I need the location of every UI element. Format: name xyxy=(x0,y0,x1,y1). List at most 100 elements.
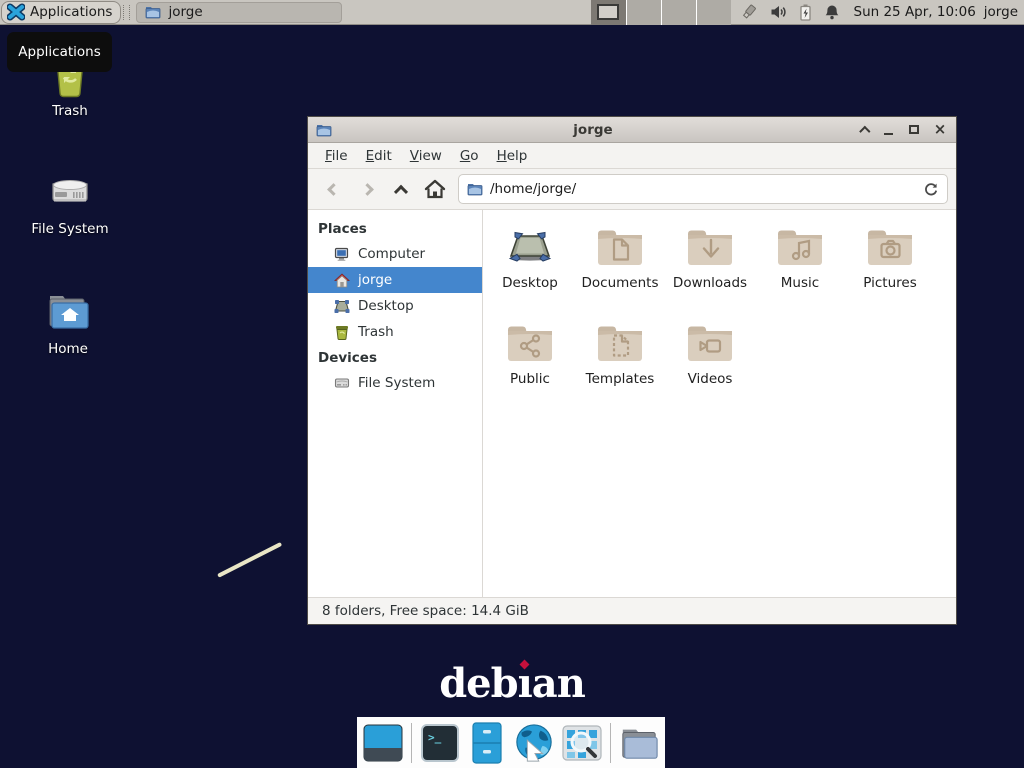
file-item-downloads[interactable]: Downloads xyxy=(665,223,755,319)
status-text: 8 folders, Free space: 14.4 GiB xyxy=(322,603,529,619)
dock-separator xyxy=(610,723,611,763)
workspace-3[interactable] xyxy=(661,0,696,25)
drive-icon xyxy=(334,376,350,390)
debian-logo-pre: deb xyxy=(439,660,517,707)
menu-help[interactable]: Help xyxy=(488,148,537,164)
up-button[interactable] xyxy=(384,174,418,204)
shade-button[interactable] xyxy=(854,122,870,138)
sidebar-item-label: File System xyxy=(358,375,435,391)
svg-text:>_: >_ xyxy=(428,731,442,744)
file-cabinet-icon xyxy=(471,722,503,764)
location-path[interactable]: /home/jorge/ xyxy=(490,181,916,197)
panel-clock[interactable]: Sun 25 Apr, 10:06 xyxy=(854,4,976,20)
workspace-switcher[interactable] xyxy=(591,0,731,25)
home-icon xyxy=(334,273,350,288)
trash-icon xyxy=(334,325,350,340)
file-item-music[interactable]: Music xyxy=(755,223,845,319)
battery-icon[interactable] xyxy=(798,4,813,21)
dock-app-finder-button[interactable] xyxy=(562,721,602,765)
applications-tooltip: Applications xyxy=(7,32,112,72)
file-item-pictures[interactable]: Pictures xyxy=(845,223,935,319)
devices-header: Devices xyxy=(308,345,482,370)
menu-go[interactable]: Go xyxy=(451,148,488,164)
sidebar-item-label: Computer xyxy=(358,246,425,262)
dock-terminal-button[interactable]: >_ xyxy=(420,721,459,765)
window-titlebar[interactable]: jorge × xyxy=(308,117,956,143)
sidebar-item-jorge[interactable]: jorge xyxy=(308,267,482,293)
location-bar[interactable]: /home/jorge/ xyxy=(458,174,948,204)
desktop-special-icon xyxy=(506,223,554,271)
maximize-button[interactable] xyxy=(906,122,922,138)
file-item-label: Public xyxy=(485,371,575,387)
file-manager-window: jorge × File Edit View Go Help xyxy=(307,116,957,625)
file-item-label: Desktop xyxy=(485,275,575,291)
sidebar-item-computer[interactable]: Computer xyxy=(308,241,482,267)
applications-menu-button[interactable]: Applications xyxy=(1,1,121,24)
desktop-icon-label: File System xyxy=(18,221,122,237)
close-button[interactable]: × xyxy=(932,122,948,138)
desktop-icon-file-system[interactable]: File System xyxy=(18,168,122,237)
minimize-button[interactable] xyxy=(880,122,896,138)
notifications-bell-icon[interactable] xyxy=(824,4,840,21)
close-icon: × xyxy=(934,122,947,137)
taskbar-window-label: jorge xyxy=(168,4,202,20)
volume-icon[interactable] xyxy=(770,4,787,20)
menu-view[interactable]: View xyxy=(401,148,451,164)
file-item-videos[interactable]: Videos xyxy=(665,319,755,415)
file-item-documents[interactable]: Documents xyxy=(575,223,665,319)
menu-file[interactable]: File xyxy=(316,148,357,164)
folder-icon xyxy=(145,5,161,19)
dock-web-browser-button[interactable] xyxy=(514,721,554,765)
xfce-logo-icon xyxy=(7,3,25,21)
panel-handle[interactable] xyxy=(123,5,130,20)
documents-folder-icon xyxy=(596,223,644,271)
back-button[interactable] xyxy=(316,174,350,204)
dock-folder-button[interactable] xyxy=(619,721,659,765)
debian-logo: debıan xyxy=(0,660,1024,707)
workspace-2[interactable] xyxy=(626,0,661,25)
computer-icon xyxy=(334,247,350,262)
chevron-left-icon xyxy=(327,183,340,196)
home-icon xyxy=(424,179,446,199)
sidebar-item-file-system[interactable]: File System xyxy=(308,370,482,396)
forward-button[interactable] xyxy=(350,174,384,204)
desktop-icon-label: Trash xyxy=(18,103,122,119)
workspace-1[interactable] xyxy=(591,0,626,25)
file-item-label: Downloads xyxy=(665,275,755,291)
status-bar: 8 folders, Free space: 14.4 GiB xyxy=(308,597,956,624)
window-content: Places Computer jorge xyxy=(308,210,956,597)
desktop-icon-label: Home xyxy=(16,341,120,357)
reload-icon[interactable] xyxy=(923,181,939,197)
file-item-desktop[interactable]: Desktop xyxy=(485,223,575,319)
removable-media-icon[interactable] xyxy=(739,3,759,21)
desktop-icon-home[interactable]: Home xyxy=(16,288,120,357)
file-item-label: Templates xyxy=(575,371,665,387)
sidebar-item-label: Desktop xyxy=(358,298,414,314)
workspace-4[interactable] xyxy=(696,0,731,25)
drive-icon xyxy=(47,168,93,216)
sidebar-item-label: jorge xyxy=(358,272,392,288)
file-item-templates[interactable]: Templates xyxy=(575,319,665,415)
maximize-icon xyxy=(909,125,919,134)
menu-edit[interactable]: Edit xyxy=(357,148,401,164)
workspace-window-thumbnail xyxy=(597,4,619,20)
dock-show-desktop-button[interactable] xyxy=(363,721,403,765)
taskbar-window-button[interactable]: jorge xyxy=(136,2,342,23)
videos-folder-icon xyxy=(686,319,734,367)
window-title: jorge xyxy=(332,122,854,138)
file-item-label: Music xyxy=(755,275,845,291)
sidebar-item-trash[interactable]: Trash xyxy=(308,319,482,345)
sidebar-item-desktop[interactable]: Desktop xyxy=(308,293,482,319)
dock: >_ xyxy=(357,717,665,768)
sidebar: Places Computer jorge xyxy=(308,210,483,597)
panel-username[interactable]: jorge xyxy=(984,4,1018,20)
terminal-icon: >_ xyxy=(421,724,459,762)
web-browser-globe-icon xyxy=(514,722,554,764)
top-panel: Applications jorge xyxy=(0,0,1024,25)
file-item-public[interactable]: Public xyxy=(485,319,575,415)
dock-file-manager-button[interactable] xyxy=(467,721,506,765)
home-button[interactable] xyxy=(418,174,452,204)
music-folder-icon xyxy=(776,223,824,271)
chevron-right-icon xyxy=(361,183,374,196)
show-desktop-icon xyxy=(363,723,403,763)
